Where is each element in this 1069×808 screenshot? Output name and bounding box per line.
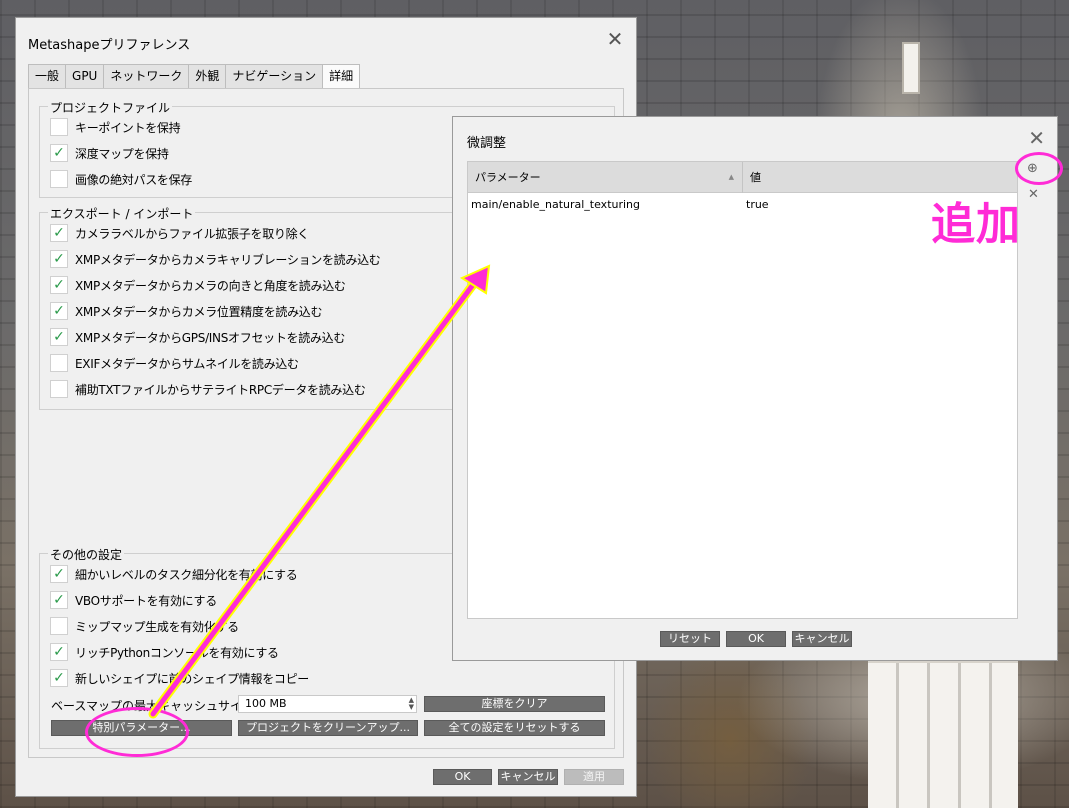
annotation-arrow xyxy=(148,264,491,719)
